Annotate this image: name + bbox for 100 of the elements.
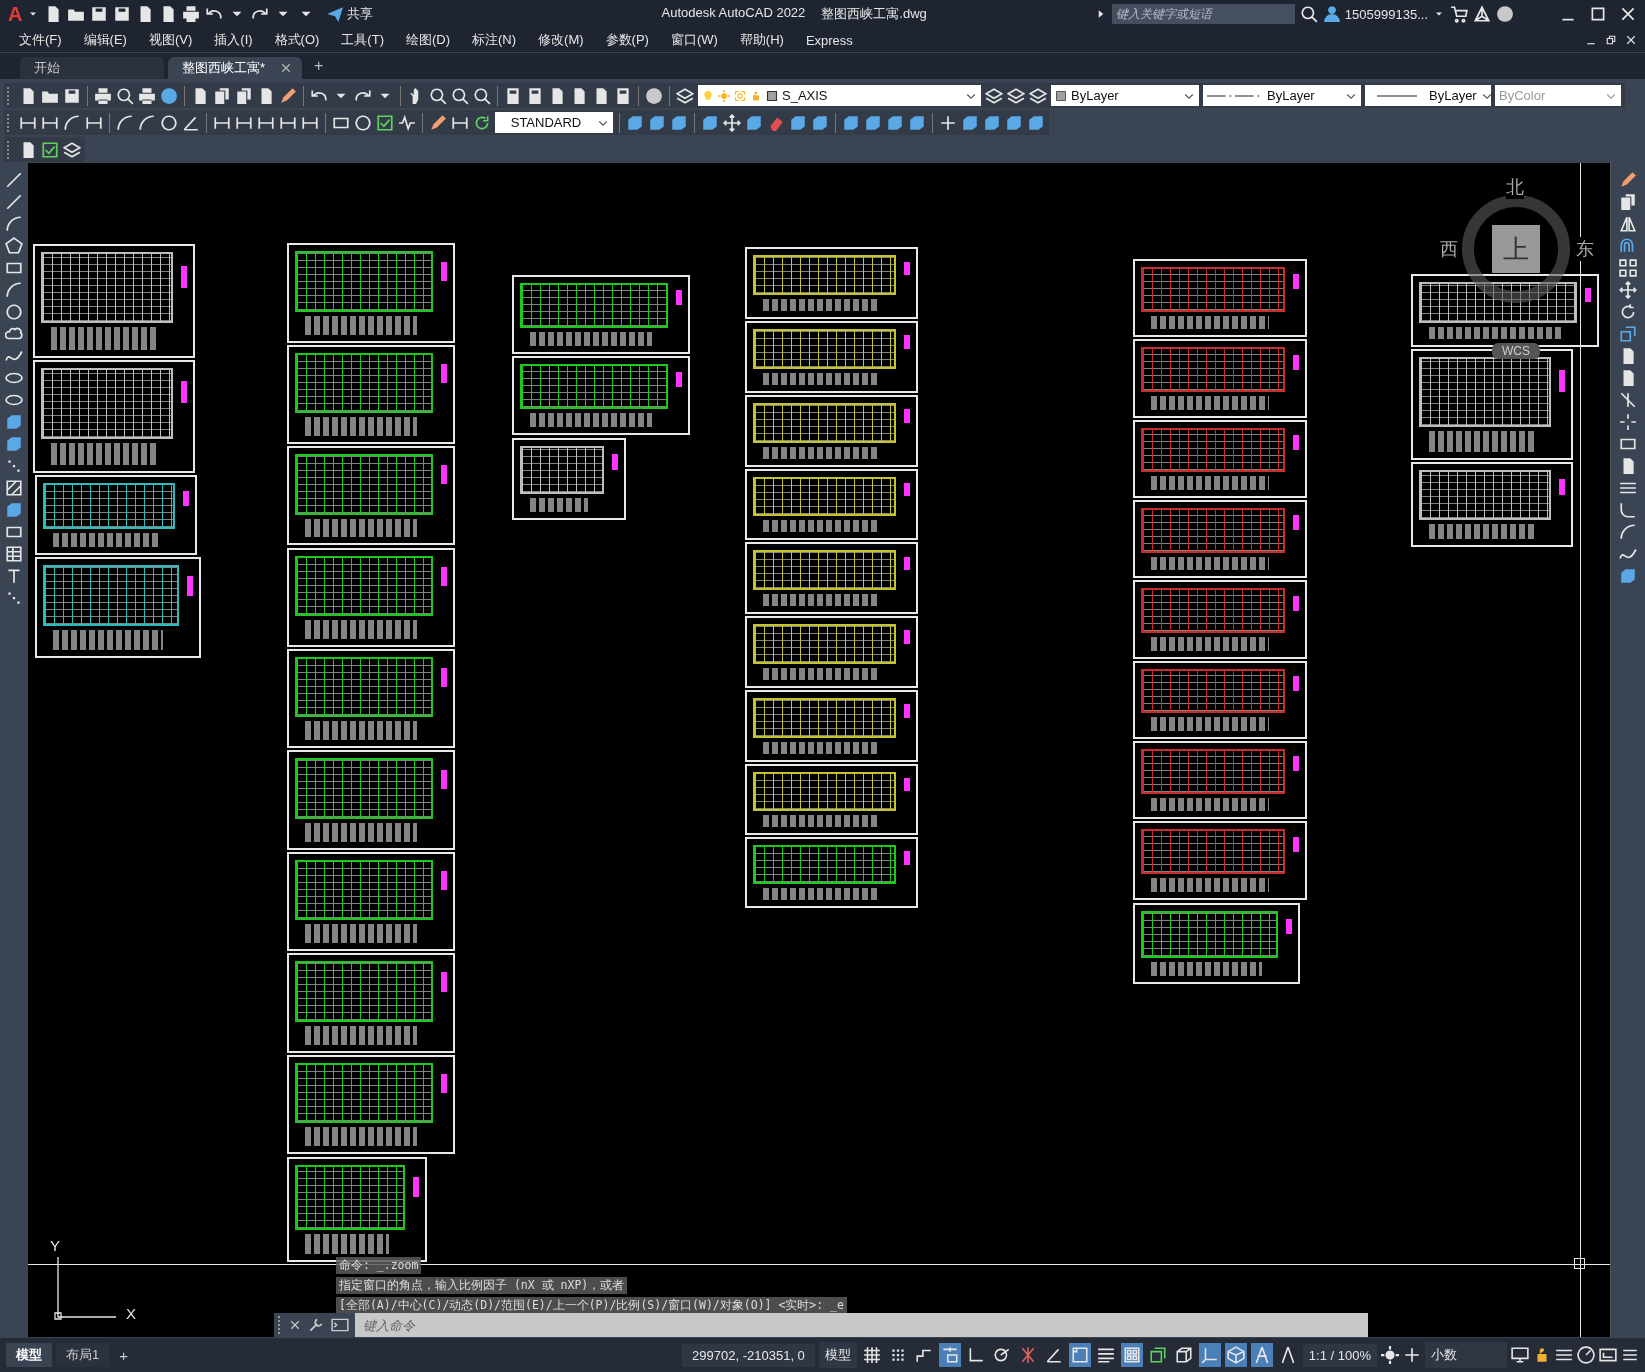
arc-icon[interactable] — [116, 113, 134, 132]
units-dropdown[interactable]: 小数 — [1425, 1342, 1507, 1368]
arc-icon[interactable] — [1619, 523, 1637, 541]
settings-icon[interactable] — [1381, 1346, 1399, 1364]
copy-icon[interactable] — [1619, 193, 1637, 211]
layers-icon[interactable] — [985, 86, 1003, 105]
maximize-icon[interactable] — [1589, 5, 1607, 23]
menu-item[interactable]: 绘图(D) — [394, 31, 461, 49]
help-icon[interactable] — [1496, 5, 1514, 23]
pencil-icon[interactable] — [1619, 171, 1637, 189]
status-toggle[interactable] — [1224, 1343, 1247, 1367]
annotation-scale-button[interactable]: 1:1 / 100% — [1302, 1343, 1377, 1367]
layers-icon[interactable] — [676, 86, 694, 105]
menu-item[interactable]: 格式(O) — [263, 31, 331, 49]
copy-icon[interactable] — [235, 86, 253, 105]
status-toggle[interactable] — [1068, 1343, 1091, 1367]
print-icon[interactable] — [182, 5, 201, 23]
cart-icon[interactable] — [1450, 5, 1468, 23]
arc-icon[interactable] — [138, 113, 156, 132]
menu-item[interactable]: 视图(V) — [137, 31, 204, 49]
trim-icon[interactable] — [1619, 391, 1637, 409]
cube-icon[interactable] — [1027, 113, 1045, 132]
text-style-dropdown[interactable]: STANDARD — [495, 112, 613, 133]
cube-icon[interactable] — [5, 501, 23, 519]
fullscreen-icon[interactable] — [1599, 1346, 1617, 1364]
pencil-icon[interactable] — [279, 86, 297, 105]
model-space-button[interactable]: 模型 — [818, 1342, 857, 1368]
checkbox-icon[interactable] — [376, 113, 394, 132]
fillet-icon[interactable] — [1619, 501, 1637, 519]
share-button[interactable]: 共享 — [326, 5, 374, 23]
close-icon[interactable] — [1619, 5, 1637, 23]
command-input[interactable]: 键入命令 — [355, 1313, 1368, 1337]
status-toggle[interactable] — [1250, 1343, 1273, 1367]
status-toggle[interactable] — [938, 1343, 961, 1367]
cube-icon[interactable] — [745, 113, 763, 132]
menu-item[interactable]: 插入(I) — [203, 31, 264, 49]
print-icon[interactable] — [94, 86, 112, 105]
viewcube-face[interactable]: 上 — [1492, 225, 1540, 273]
menu-item[interactable]: 参数(P) — [594, 31, 660, 49]
cube-icon[interactable] — [886, 113, 904, 132]
print-icon[interactable] — [138, 86, 156, 105]
compass-label[interactable]: 东 — [1576, 237, 1594, 261]
pencil-icon[interactable] — [429, 113, 447, 132]
arc-icon[interactable] — [5, 281, 23, 299]
cube-icon[interactable] — [811, 113, 829, 132]
account-button[interactable]: 1505999135... — [1322, 5, 1428, 23]
menu-item[interactable]: 工具(T) — [330, 31, 395, 49]
cube-icon[interactable] — [983, 113, 1001, 132]
layer-dropdown[interactable]: S_AXIS — [698, 85, 981, 106]
search-field[interactable]: 键入关键字或短语 — [1111, 4, 1295, 24]
zoom-icon[interactable] — [429, 86, 447, 105]
menu-item[interactable]: 帮助(H) — [728, 31, 795, 49]
zoom-icon[interactable] — [451, 86, 469, 105]
save-icon[interactable] — [63, 86, 81, 105]
move-icon[interactable] — [1619, 281, 1637, 299]
scale-icon[interactable] — [1619, 325, 1637, 343]
cube-icon[interactable] — [1619, 567, 1637, 585]
compass-label[interactable]: 北 — [1506, 175, 1524, 199]
menu-item[interactable]: Express — [794, 32, 864, 48]
status-toggle[interactable] — [1198, 1343, 1221, 1367]
ucs-menu-button[interactable]: WCS — [1492, 343, 1540, 359]
menu-item[interactable]: 文件(F) — [8, 31, 73, 49]
rotate-icon[interactable] — [1619, 303, 1637, 321]
move-icon[interactable] — [723, 113, 741, 132]
cube-icon[interactable] — [842, 113, 860, 132]
layout-tab[interactable]: 模型 — [6, 1343, 52, 1367]
help-icon[interactable] — [645, 86, 663, 105]
line-icon[interactable] — [5, 171, 23, 189]
cube-icon[interactable] — [908, 113, 926, 132]
cube-icon[interactable] — [5, 413, 23, 431]
plus-icon[interactable] — [1403, 1346, 1421, 1364]
layers-icon[interactable] — [63, 140, 81, 159]
cube-icon[interactable] — [1005, 113, 1023, 132]
linetype-dropdown[interactable]: ByLayer — [1203, 85, 1361, 106]
terminal-icon[interactable] — [331, 1316, 349, 1334]
line-icon[interactable] — [5, 193, 23, 211]
hatch-icon[interactable] — [5, 479, 23, 497]
color-dropdown[interactable]: ByLayer — [1051, 85, 1199, 106]
copy-icon[interactable] — [213, 86, 231, 105]
app-menu-button[interactable]: A — [8, 2, 23, 26]
cube-icon[interactable] — [961, 113, 979, 132]
cube-icon[interactable] — [701, 113, 719, 132]
restore-icon[interactable] — [1605, 34, 1617, 46]
layout-tab[interactable]: 布局1 — [56, 1343, 110, 1367]
explode-icon[interactable] — [1619, 413, 1637, 431]
menu-item[interactable]: 窗口(W) — [659, 31, 729, 49]
zoom-icon[interactable] — [116, 86, 134, 105]
text-tool-icon[interactable] — [5, 567, 23, 585]
arc-icon[interactable] — [5, 215, 23, 233]
array-icon[interactable] — [1619, 259, 1637, 277]
point-icon[interactable] — [5, 457, 23, 475]
lineweight-dropdown[interactable]: ByLayer — [1365, 85, 1491, 106]
zoom-icon[interactable] — [473, 86, 491, 105]
gauge-icon[interactable] — [1577, 1346, 1595, 1364]
close-icon[interactable] — [289, 1319, 301, 1331]
layers-icon[interactable] — [1007, 86, 1025, 105]
table-icon[interactable] — [5, 545, 23, 563]
point-icon[interactable] — [5, 589, 23, 607]
globe-icon[interactable] — [160, 86, 178, 105]
search-icon[interactable] — [1299, 5, 1318, 23]
